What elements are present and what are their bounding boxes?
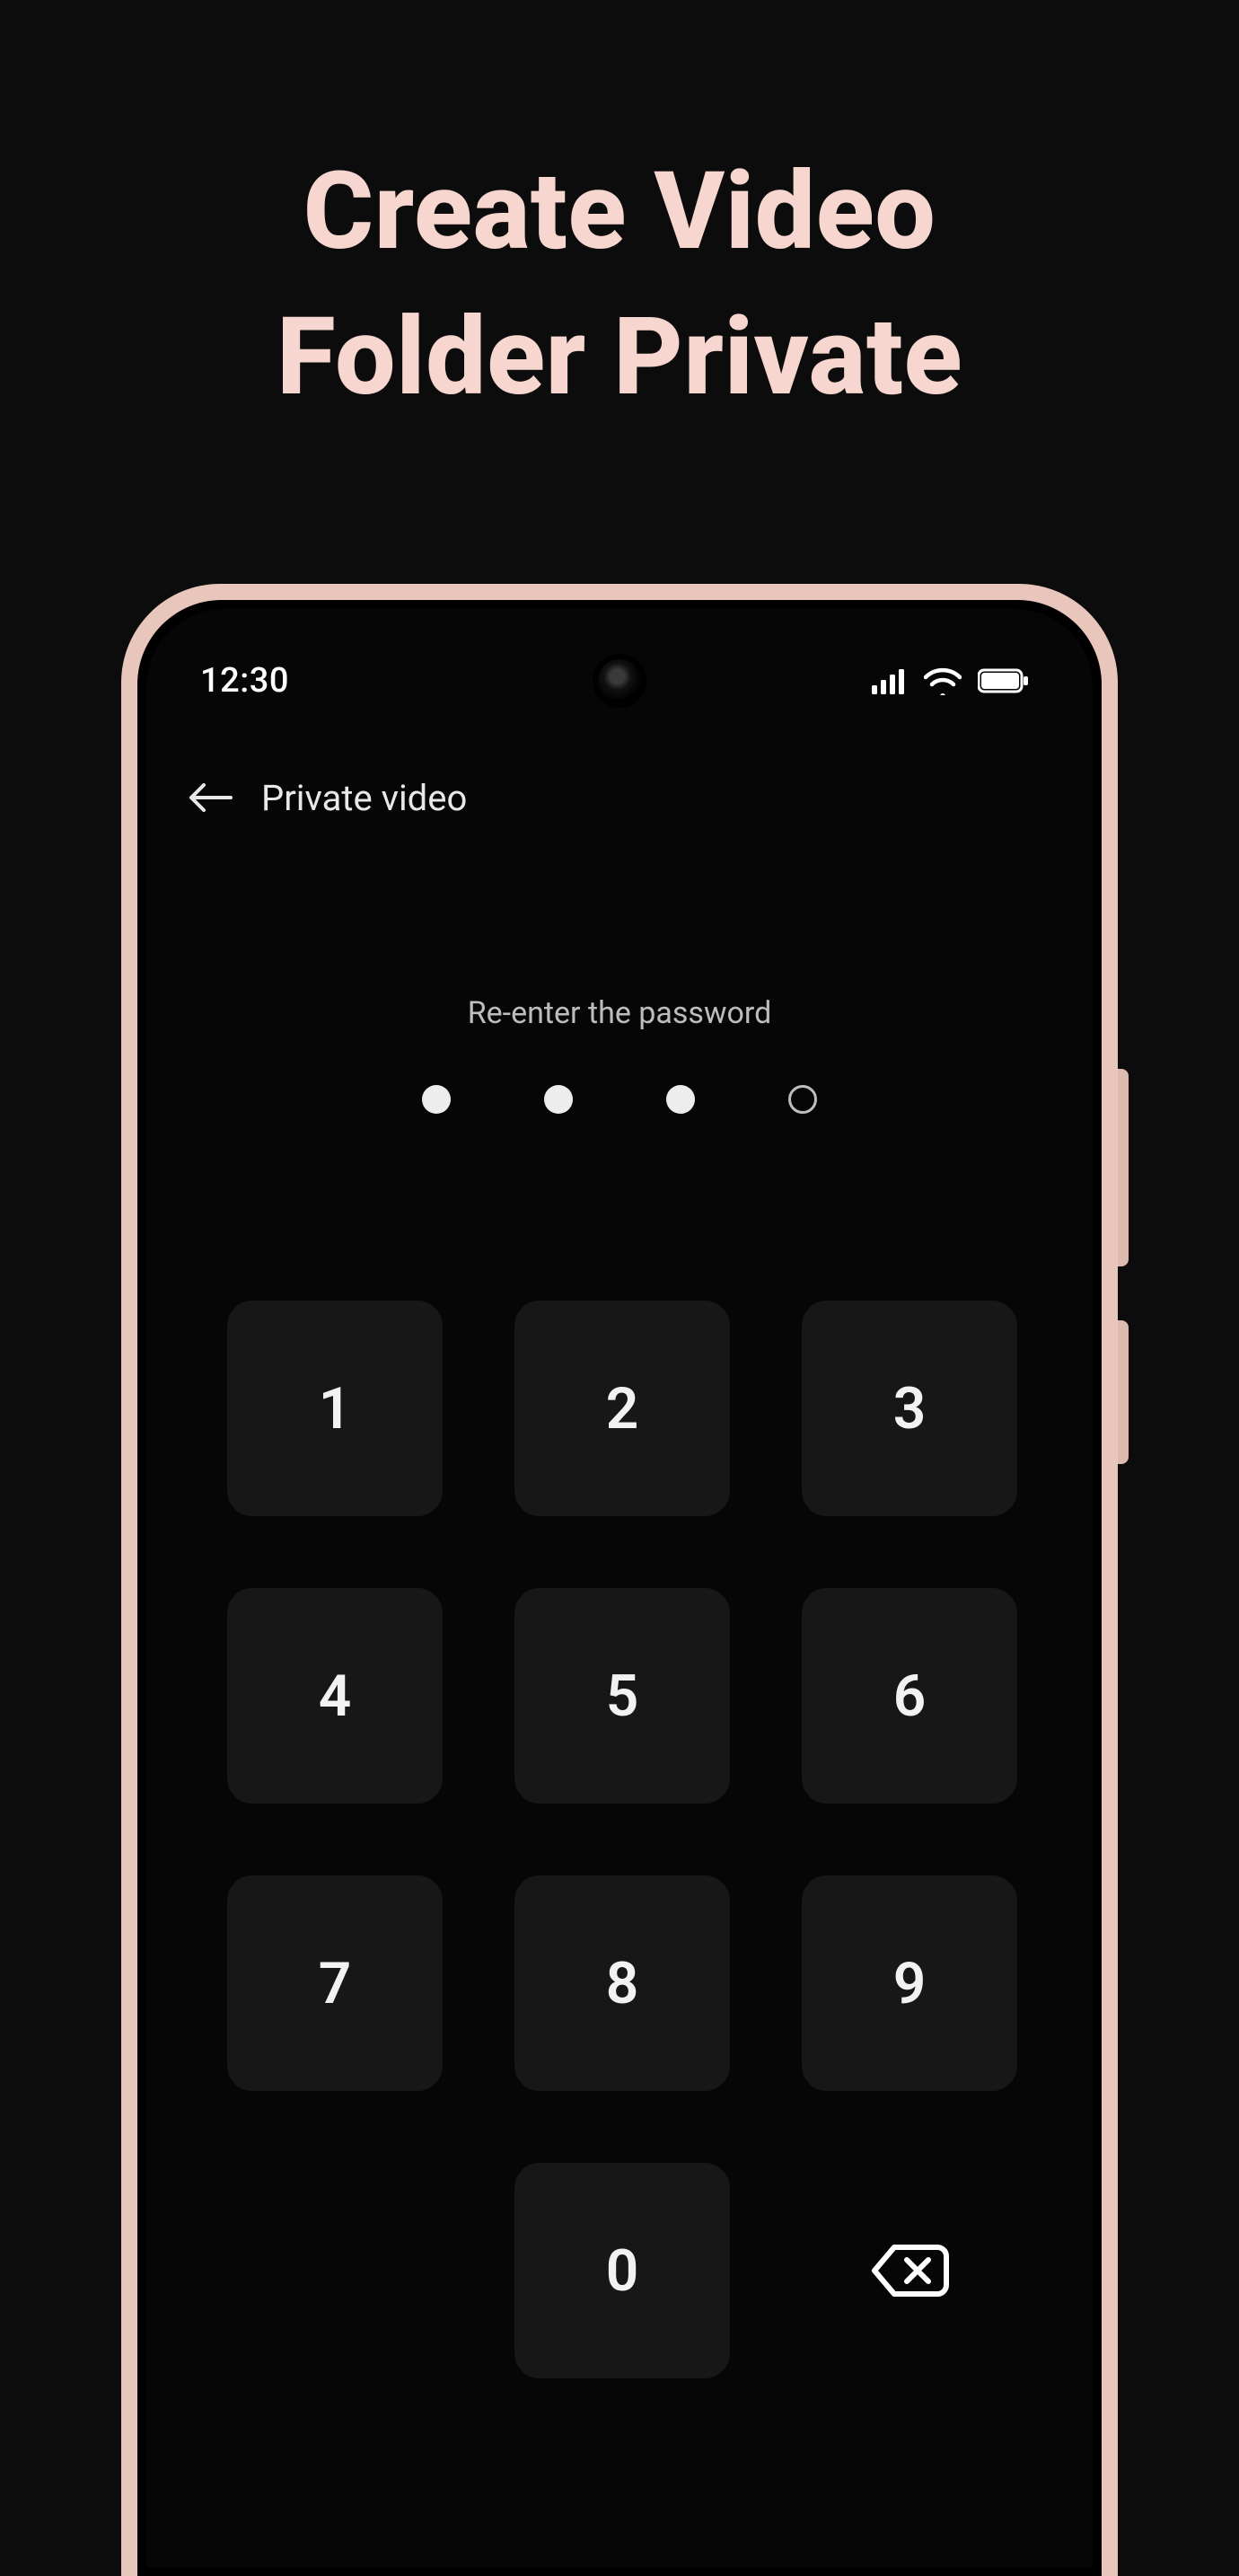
keypad-5[interactable]: 5: [514, 1588, 730, 1804]
arrow-left-icon: [188, 780, 234, 816]
keypad-blank: [227, 2163, 443, 2378]
app-bar-title: Private video: [261, 777, 467, 819]
phone-frame: 12:30: [121, 584, 1118, 2576]
pin-keypad: 1 2 3 4 5 6 7 8 9 0: [146, 1301, 1093, 2567]
pin-dot-4: [788, 1085, 817, 1114]
backspace-icon: [869, 2242, 950, 2299]
keypad-9[interactable]: 9: [802, 1875, 1017, 2091]
phone-side-button-lower: [1118, 1320, 1129, 1464]
promo-title-line-2: Folder Private: [0, 285, 1239, 430]
phone-screen: 12:30: [146, 609, 1093, 2567]
signal-icon: [872, 667, 908, 694]
keypad-4[interactable]: 4: [227, 1588, 443, 1804]
promo-canvas: Create Video Folder Private 12:30: [0, 0, 1239, 2576]
promo-title-line-1: Create Video: [0, 139, 1239, 285]
pin-dots: [146, 1085, 1093, 1114]
pin-dot-2: [544, 1085, 573, 1114]
pin-dot-3: [666, 1085, 695, 1114]
back-button[interactable]: [186, 772, 236, 823]
keypad-0[interactable]: 0: [514, 2163, 730, 2378]
keypad-3[interactable]: 3: [802, 1301, 1017, 1516]
status-time: 12:30: [200, 661, 289, 701]
battery-icon: [978, 668, 1030, 693]
keypad-8[interactable]: 8: [514, 1875, 730, 2091]
status-bar: 12:30: [146, 654, 1093, 708]
phone-side-button-upper: [1118, 1069, 1129, 1266]
pin-dot-1: [422, 1085, 451, 1114]
promo-title: Create Video Folder Private: [0, 139, 1239, 430]
phone-bezel: 12:30: [137, 600, 1102, 2576]
keypad-2[interactable]: 2: [514, 1301, 730, 1516]
app-bar: Private video: [146, 762, 1093, 834]
password-prompt: Re-enter the password: [146, 995, 1093, 1031]
wifi-icon: [924, 666, 962, 695]
keypad-1[interactable]: 1: [227, 1301, 443, 1516]
keypad-backspace[interactable]: [802, 2163, 1017, 2378]
keypad-7[interactable]: 7: [227, 1875, 443, 2091]
status-right: [872, 666, 1030, 695]
keypad-6[interactable]: 6: [802, 1588, 1017, 1804]
